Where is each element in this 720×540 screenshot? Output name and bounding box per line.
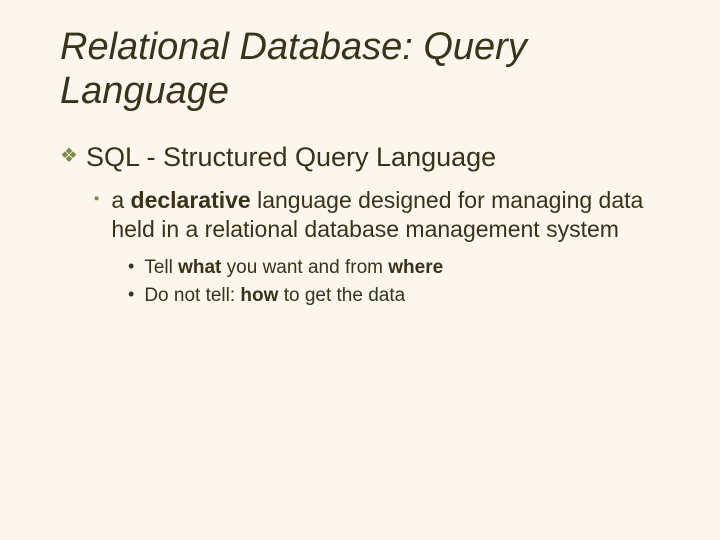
lvl3-text: Do not tell: how to get the data bbox=[144, 283, 405, 309]
dot-bullet-icon: • bbox=[128, 255, 134, 278]
slide: Relational Database: Query Language ❖ SQ… bbox=[0, 0, 720, 540]
lvl1-text: SQL - Structured Query Language bbox=[86, 141, 496, 173]
lvl3-text: Tell what you want and from where bbox=[144, 255, 443, 281]
list-item: ❖ SQL - Structured Query Language bbox=[60, 141, 680, 173]
dot-bullet-icon: • bbox=[128, 283, 134, 306]
bullet-level1: ❖ SQL - Structured Query Language bbox=[60, 141, 680, 173]
list-item: • Tell what you want and from where bbox=[128, 255, 680, 281]
bullet-level3: • Tell what you want and from where • Do… bbox=[128, 255, 680, 308]
diamond-bullet-icon: ❖ bbox=[60, 146, 78, 166]
lvl2-text: a declarative language designed for mana… bbox=[111, 186, 680, 244]
bullet-level2: ▪ a declarative language designed for ma… bbox=[94, 186, 680, 244]
square-bullet-icon: ▪ bbox=[94, 191, 99, 206]
list-item: • Do not tell: how to get the data bbox=[128, 283, 680, 309]
slide-title: Relational Database: Query Language bbox=[60, 26, 680, 113]
list-item: ▪ a declarative language designed for ma… bbox=[94, 186, 680, 244]
